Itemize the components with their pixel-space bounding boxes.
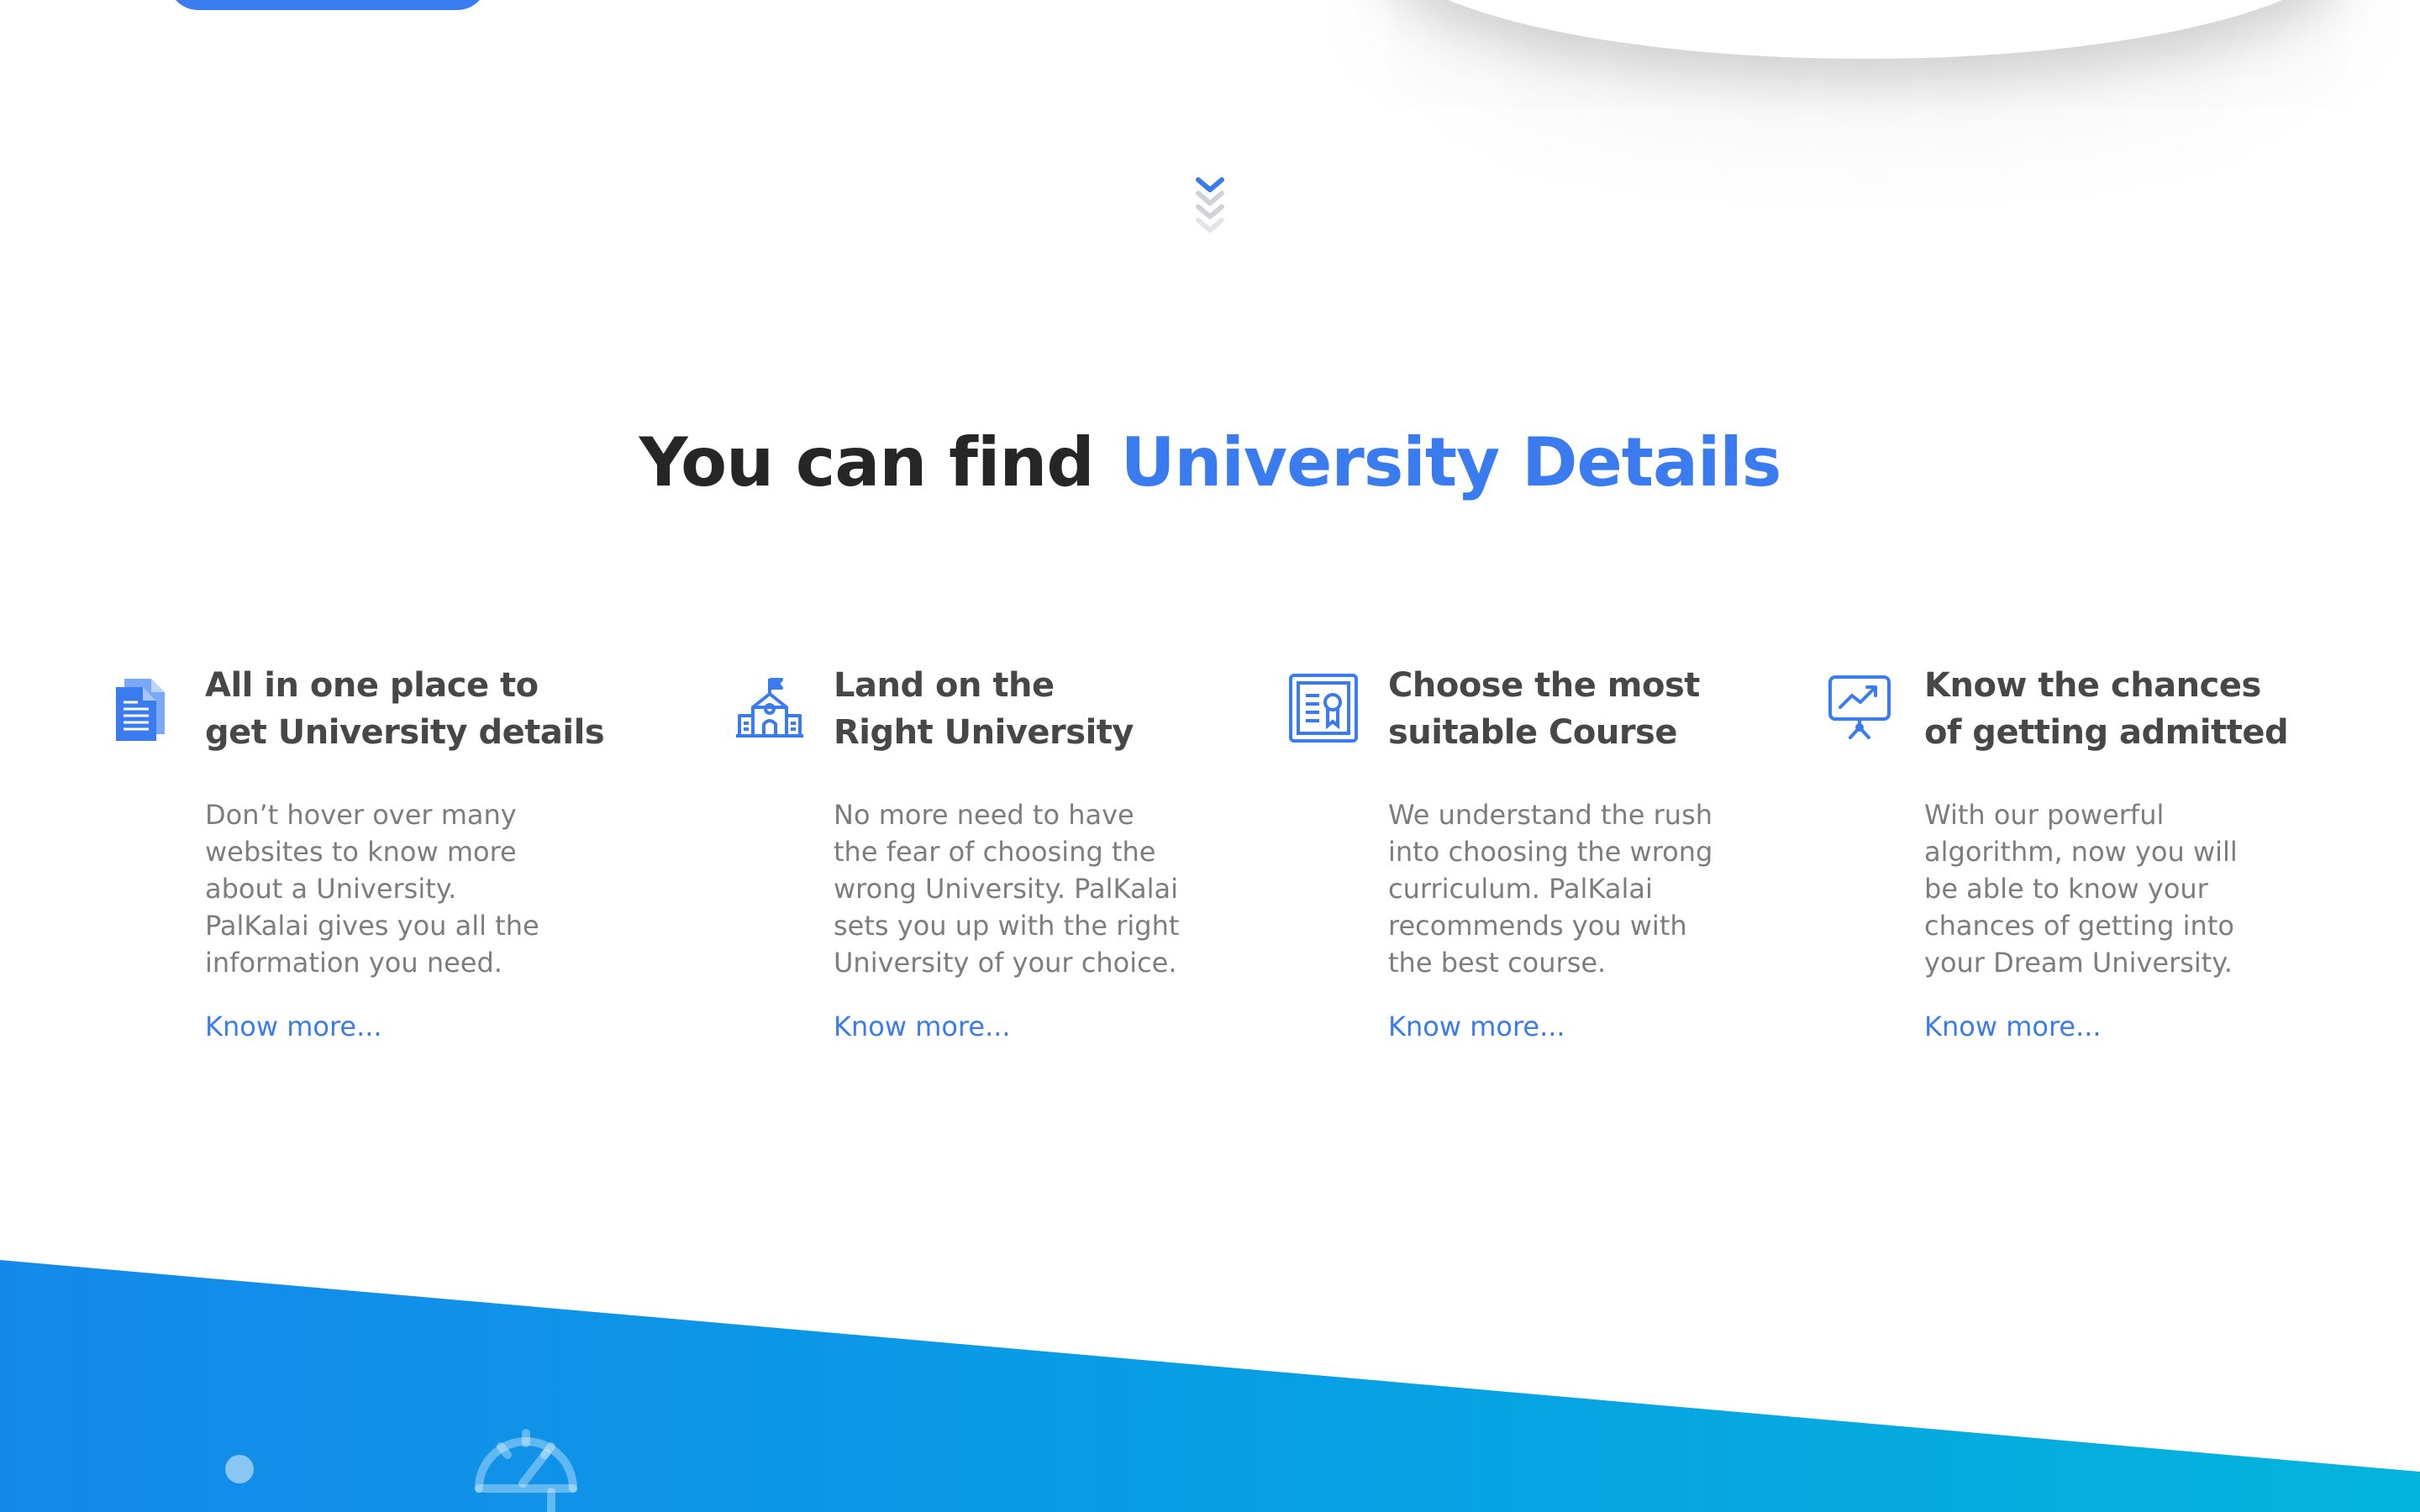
- know-more-link[interactable]: Know more...: [205, 1008, 382, 1045]
- feature-desc-line-2: algorithm, now you will: [1924, 836, 2238, 868]
- feature-title: All in one place to get University detai…: [205, 662, 605, 756]
- feature-description: Don’t hover over many websites to know m…: [205, 796, 539, 981]
- feature-desc-line-5: information you need.: [205, 947, 502, 979]
- section-heading: You can find University Details: [0, 417, 2420, 509]
- feature-desc-line-4: chances of getting into: [1924, 910, 2234, 942]
- feature-desc-line-4: sets you up with the right: [834, 910, 1180, 942]
- decorative-dot: [225, 1455, 254, 1483]
- feature-title-line-2: of getting admitted: [1924, 713, 2289, 752]
- feature-desc-line-2: websites to know more: [205, 836, 517, 868]
- heading-prefix: You can find: [639, 423, 1095, 501]
- feature-desc-line-5: the best course.: [1388, 947, 1607, 979]
- feature-desc-line-5: University of your choice.: [834, 947, 1177, 979]
- feature-title-line-2: Right University: [834, 713, 1134, 752]
- hero-card-shadow: [1378, 0, 2353, 59]
- feature-desc-line-1: With our powerful: [1924, 799, 2165, 831]
- feature-description: We understand the rush into choosing the…: [1388, 796, 1712, 981]
- feature-desc-line-1: No more need to have: [834, 799, 1134, 831]
- hero-cta-button[interactable]: [168, 0, 487, 10]
- feature-title-line-1: Choose the most: [1388, 666, 1700, 705]
- feature-desc-line-4: recommends you with: [1388, 910, 1687, 942]
- feature-desc-line-1: Don’t hover over many: [205, 799, 517, 831]
- document-icon: [116, 679, 165, 741]
- scroll-down-chevrons-icon[interactable]: [1195, 176, 1225, 235]
- feature-desc-line-3: be able to know your: [1924, 873, 2208, 905]
- gradient-band: [0, 1260, 2420, 1512]
- feature-desc-line-4: PalKalai gives you all the: [205, 910, 539, 942]
- feature-title-line-1: Know the chances: [1924, 666, 2261, 705]
- heading-highlight: University Details: [1120, 423, 1782, 501]
- presentation-chart-icon: [1828, 675, 1891, 739]
- feature-title: Land on the Right University: [834, 662, 1134, 756]
- feature-desc-line-2: the fear of choosing the: [834, 836, 1156, 868]
- feature-desc-line-1: We understand the rush: [1388, 799, 1713, 831]
- feature-description: No more need to have the fear of choosin…: [834, 796, 1179, 981]
- feature-desc-line-2: into choosing the wrong: [1388, 836, 1713, 868]
- feature-desc-line-3: wrong University. PalKalai: [834, 873, 1178, 905]
- feature-desc-line-5: your Dream University.: [1924, 947, 2233, 979]
- feature-title-line-2: suitable Course: [1388, 713, 1677, 752]
- page: You can find University Details All in on…: [0, 0, 2420, 1512]
- speedometer-icon: [475, 1429, 577, 1512]
- feature-description: With our powerful algorithm, now you wil…: [1924, 796, 2238, 981]
- feature-title-line-1: All in one place to: [205, 666, 539, 705]
- certificate-icon: [1289, 674, 1358, 743]
- school-building-icon: [736, 678, 803, 738]
- know-more-link[interactable]: Know more...: [1924, 1008, 2102, 1045]
- feature-title-line-2: get University details: [205, 713, 605, 752]
- feature-title: Choose the most suitable Course: [1388, 662, 1700, 756]
- feature-desc-line-3: about a University.: [205, 873, 457, 905]
- feature-title-line-1: Land on the: [834, 666, 1055, 705]
- know-more-link[interactable]: Know more...: [1388, 1008, 1565, 1045]
- know-more-link[interactable]: Know more...: [834, 1008, 1011, 1045]
- feature-title: Know the chances of getting admitted: [1924, 662, 2289, 756]
- feature-desc-line-3: curriculum. PalKalai: [1388, 873, 1653, 905]
